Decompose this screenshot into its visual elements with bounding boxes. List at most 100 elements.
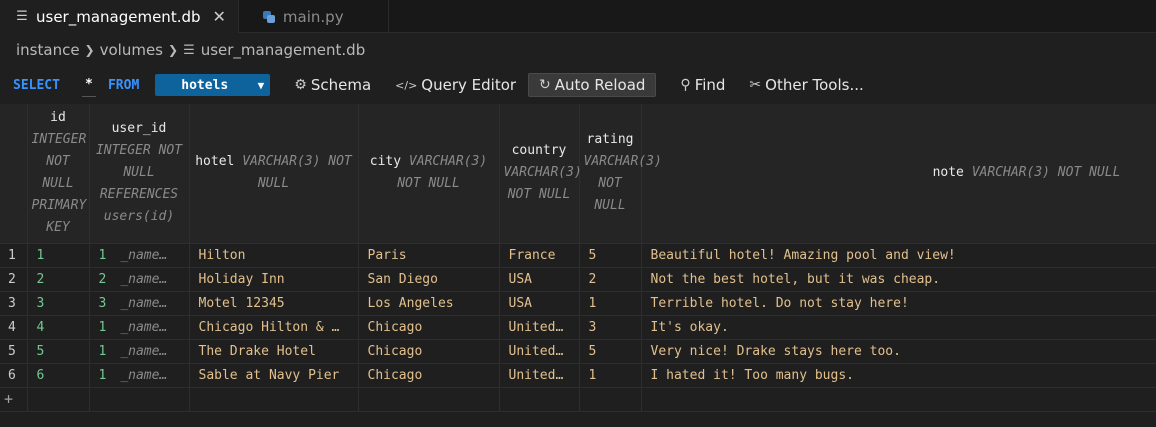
breadcrumb-item-instance[interactable]: instance [16, 41, 80, 59]
add-row-button[interactable]: + [0, 387, 28, 412]
cell-country[interactable]: USA [499, 291, 580, 316]
query-toolbar: SELECT * FROM hotels ▼ ⚙ Schema </> Quer… [0, 67, 1156, 103]
file-lines-icon: ☰ [16, 9, 28, 24]
hotels-table: id INTEGER NOT NULL PRIMARY KEY user_id … [0, 104, 1156, 412]
select-keyword: SELECT [13, 77, 60, 93]
tools-icon: ✂ [749, 77, 762, 93]
cell-city[interactable]: San Diego [358, 267, 500, 292]
search-icon: ⚲ [680, 77, 691, 93]
schema-button[interactable]: ⚙ Schema [294, 76, 371, 94]
find-button[interactable]: ⚲ Find [680, 76, 725, 94]
cell-country[interactable]: United… [499, 339, 580, 364]
cell-city[interactable]: Los Angeles [358, 291, 500, 316]
cell-rating[interactable]: 1 [579, 363, 642, 388]
empty-cell [641, 387, 1156, 412]
other-tools-button[interactable]: ✂ Other Tools... [749, 76, 863, 94]
chevron-right-icon: ❯ [84, 43, 95, 57]
gear-icon: ⚙ [294, 77, 307, 93]
cell-note[interactable]: Not the best hotel, but it was cheap. [641, 267, 1156, 292]
column-header-rating[interactable]: rating VARCHAR(3) NOT NULL [579, 104, 662, 244]
empty-cell [89, 387, 190, 412]
column-header-note[interactable]: note VARCHAR(3) NOT NULL [641, 104, 1156, 244]
cell-user-id[interactable]: 1 _name… [89, 243, 190, 268]
breadcrumb-item-volumes[interactable]: volumes [100, 41, 163, 59]
cell-city[interactable]: Chicago [358, 315, 500, 340]
chevron-down-icon: ▼ [257, 78, 265, 92]
cell-user-id[interactable]: 1 _name… [89, 363, 190, 388]
cell-country[interactable]: USA [499, 267, 580, 292]
cell-note[interactable]: Very nice! Drake stays here too. [641, 339, 1156, 364]
cell-country[interactable]: France [499, 243, 580, 268]
table-row[interactable]: 1 1 1 _name… Hilton Paris France 5 Beauti… [0, 243, 1156, 268]
cell-hotel[interactable]: The Drake Hotel [189, 339, 359, 364]
cell-rating[interactable]: 5 [579, 243, 642, 268]
cell-note[interactable]: I hated it! Too many bugs. [641, 363, 1156, 388]
cell-user-id[interactable]: 1 _name… [89, 339, 190, 364]
cell-city[interactable]: Chicago [358, 339, 500, 364]
cell-rating[interactable]: 1 [579, 291, 642, 316]
column-header-country[interactable]: country VARCHAR(3) NOT NULL [499, 104, 582, 244]
cell-rating[interactable]: 5 [579, 339, 642, 364]
tab-bar: ☰ user_management.db ✕ main.py [0, 0, 1156, 33]
cell-hotel[interactable]: Motel 12345 [189, 291, 359, 316]
cell-user-id[interactable]: 2 _name… [89, 267, 190, 292]
cell-id[interactable]: 4 [27, 315, 90, 340]
cell-note[interactable]: Terrible hotel. Do not stay here! [641, 291, 1156, 316]
plus-icon: + [4, 390, 14, 408]
table-row[interactable]: 3 3 3 _name… Motel 12345 Los Angeles USA … [0, 291, 1156, 316]
cell-user-id[interactable]: 3 _name… [89, 291, 190, 316]
column-header-user-id[interactable]: user_id INTEGER NOT NULL REFERENCES user… [89, 104, 190, 244]
columns-input[interactable]: * [81, 73, 96, 97]
table-row[interactable]: 4 4 1 _name… Chicago Hilton & … Chicago U… [0, 315, 1156, 340]
cell-user-id[interactable]: 1 _name… [89, 315, 190, 340]
table-select[interactable]: hotels ▼ [155, 74, 271, 96]
empty-cell [189, 387, 359, 412]
cell-hotel[interactable]: Hilton [189, 243, 359, 268]
column-header-hotel[interactable]: hotel VARCHAR(3) NOT NULL [189, 104, 359, 244]
tab-label: user_management.db [36, 7, 201, 26]
cell-city[interactable]: Chicago [358, 363, 500, 388]
column-header-id[interactable]: id INTEGER NOT NULL PRIMARY KEY [27, 104, 90, 244]
python-icon [261, 10, 277, 23]
cell-hotel[interactable]: Chicago Hilton & … [189, 315, 359, 340]
cell-country[interactable]: United… [499, 363, 580, 388]
column-header-city[interactable]: city VARCHAR(3) NOT NULL [358, 104, 500, 244]
add-row[interactable]: + [0, 387, 1156, 412]
chevron-right-icon: ❯ [168, 43, 179, 57]
cell-id[interactable]: 1 [27, 243, 90, 268]
auto-reload-button[interactable]: ↻ Auto Reload [528, 73, 657, 97]
cell-country[interactable]: United… [499, 315, 580, 340]
cell-note[interactable]: It's okay. [641, 315, 1156, 340]
empty-cell [579, 387, 642, 412]
tab-main-py[interactable]: main.py [239, 0, 389, 33]
query-editor-button[interactable]: </> Query Editor [395, 76, 516, 94]
table-row[interactable]: 2 2 2 _name… Holiday Inn San Diego USA 2 … [0, 267, 1156, 292]
cell-hotel[interactable]: Sable at Navy Pier [189, 363, 359, 388]
row-number: 1 [0, 243, 28, 268]
cell-id[interactable]: 5 [27, 339, 90, 364]
refresh-icon: ↻ [539, 77, 551, 93]
cell-id[interactable]: 6 [27, 363, 90, 388]
close-icon[interactable]: ✕ [213, 7, 226, 26]
cell-note[interactable]: Beautiful hotel! Amazing pool and view! [641, 243, 1156, 268]
breadcrumb: instance ❯ volumes ❯ ☰ user_management.d… [0, 33, 1156, 67]
empty-cell [27, 387, 90, 412]
breadcrumb-item-file[interactable]: user_management.db [201, 41, 366, 59]
cell-id[interactable]: 2 [27, 267, 90, 292]
tab-label: main.py [282, 7, 344, 26]
cell-id[interactable]: 3 [27, 291, 90, 316]
row-number: 4 [0, 315, 28, 340]
table-select-value: hotels [181, 77, 229, 93]
tab-user-management-db[interactable]: ☰ user_management.db ✕ [0, 0, 239, 33]
data-grid: id INTEGER NOT NULL PRIMARY KEY user_id … [0, 104, 1156, 412]
cell-rating[interactable]: 3 [579, 315, 642, 340]
table-body: 1 1 1 _name… Hilton Paris France 5 Beauti… [0, 243, 1156, 412]
cell-hotel[interactable]: Holiday Inn [189, 267, 359, 292]
empty-cell [358, 387, 500, 412]
row-number: 3 [0, 291, 28, 316]
cell-rating[interactable]: 2 [579, 267, 642, 292]
table-row[interactable]: 6 6 1 _name… Sable at Navy Pier Chicago U… [0, 363, 1156, 388]
table-row[interactable]: 5 5 1 _name… The Drake Hotel Chicago Unit… [0, 339, 1156, 364]
file-lines-icon: ☰ [183, 42, 195, 58]
cell-city[interactable]: Paris [358, 243, 500, 268]
